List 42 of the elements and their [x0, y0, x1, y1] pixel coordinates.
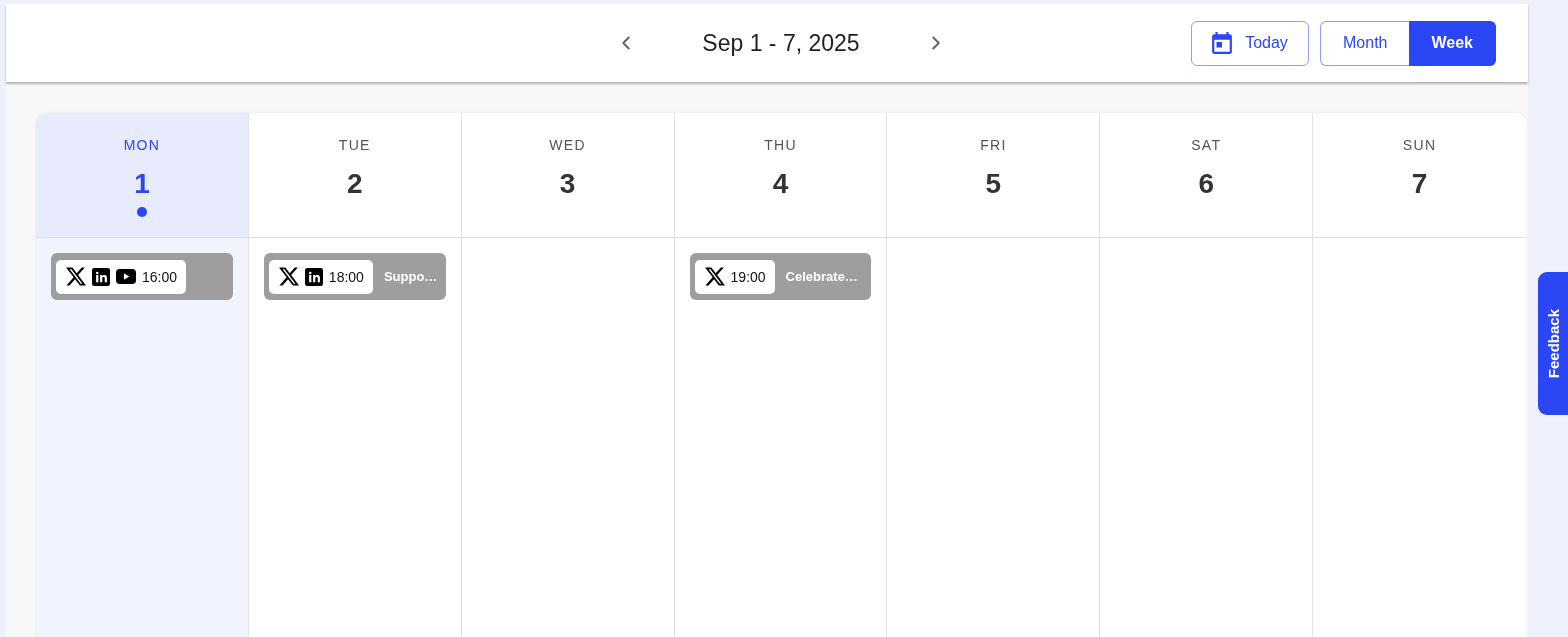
x-logo-icon — [278, 267, 299, 286]
weekday-label: SAT — [1191, 136, 1222, 155]
day-header[interactable]: THU 4 — [674, 113, 887, 238]
event-time: 16:00 — [142, 268, 178, 285]
event-card[interactable]: 19:00 Celebrate… — [689, 253, 872, 300]
event-title: Suppo… — [383, 269, 438, 284]
day-header[interactable]: TUE 2 — [248, 113, 461, 238]
day-header[interactable]: WED 3 — [461, 113, 674, 238]
weekday-label: TUE — [338, 136, 371, 155]
today-button[interactable]: Today — [1191, 20, 1309, 66]
youtube-logo-icon — [116, 269, 136, 284]
view-toggle-button[interactable]: Week — [1409, 20, 1496, 66]
day-header[interactable]: FRI 5 — [887, 113, 1100, 238]
weekday-label: FRI — [980, 136, 1007, 155]
weekday-label: MON — [123, 136, 161, 155]
date-number: 2 — [347, 167, 363, 201]
event-card[interactable]: 16:00 — [51, 253, 233, 300]
x-logo-icon — [704, 267, 725, 286]
x-logo-icon — [66, 267, 86, 286]
date-number: 1 — [134, 167, 150, 201]
event-time: 19:00 — [730, 268, 766, 285]
weekday-label: THU — [764, 136, 797, 155]
date-number: 5 — [985, 167, 1002, 201]
event-title: Celebrate… — [785, 269, 858, 284]
view-toggle-button[interactable]: Month — [1320, 20, 1410, 66]
feedback-tab[interactable]: Feedback — [1538, 272, 1568, 415]
day-header[interactable]: SUN 7 — [1313, 113, 1526, 238]
linkedin-logo-icon — [92, 267, 110, 286]
date-number: 4 — [772, 167, 789, 201]
date-number: 3 — [559, 167, 576, 201]
day-header[interactable]: SAT 6 — [1100, 113, 1313, 238]
date-number: 6 — [1198, 167, 1214, 201]
linkedin-logo-icon — [304, 267, 323, 286]
weekday-label: SUN — [1402, 136, 1437, 155]
date-number: 7 — [1411, 167, 1428, 201]
event-time: 18:00 — [328, 268, 364, 285]
event-card[interactable]: 18:00 Suppo… — [263, 253, 446, 300]
today-dot-icon — [136, 207, 147, 217]
calendar-icon — [1212, 32, 1233, 54]
week-range-title: Sep 1 - 7, 2025 — [702, 29, 860, 57]
day-header[interactable]: MON 1 — [36, 113, 248, 238]
weekday-label: WED — [549, 136, 586, 155]
